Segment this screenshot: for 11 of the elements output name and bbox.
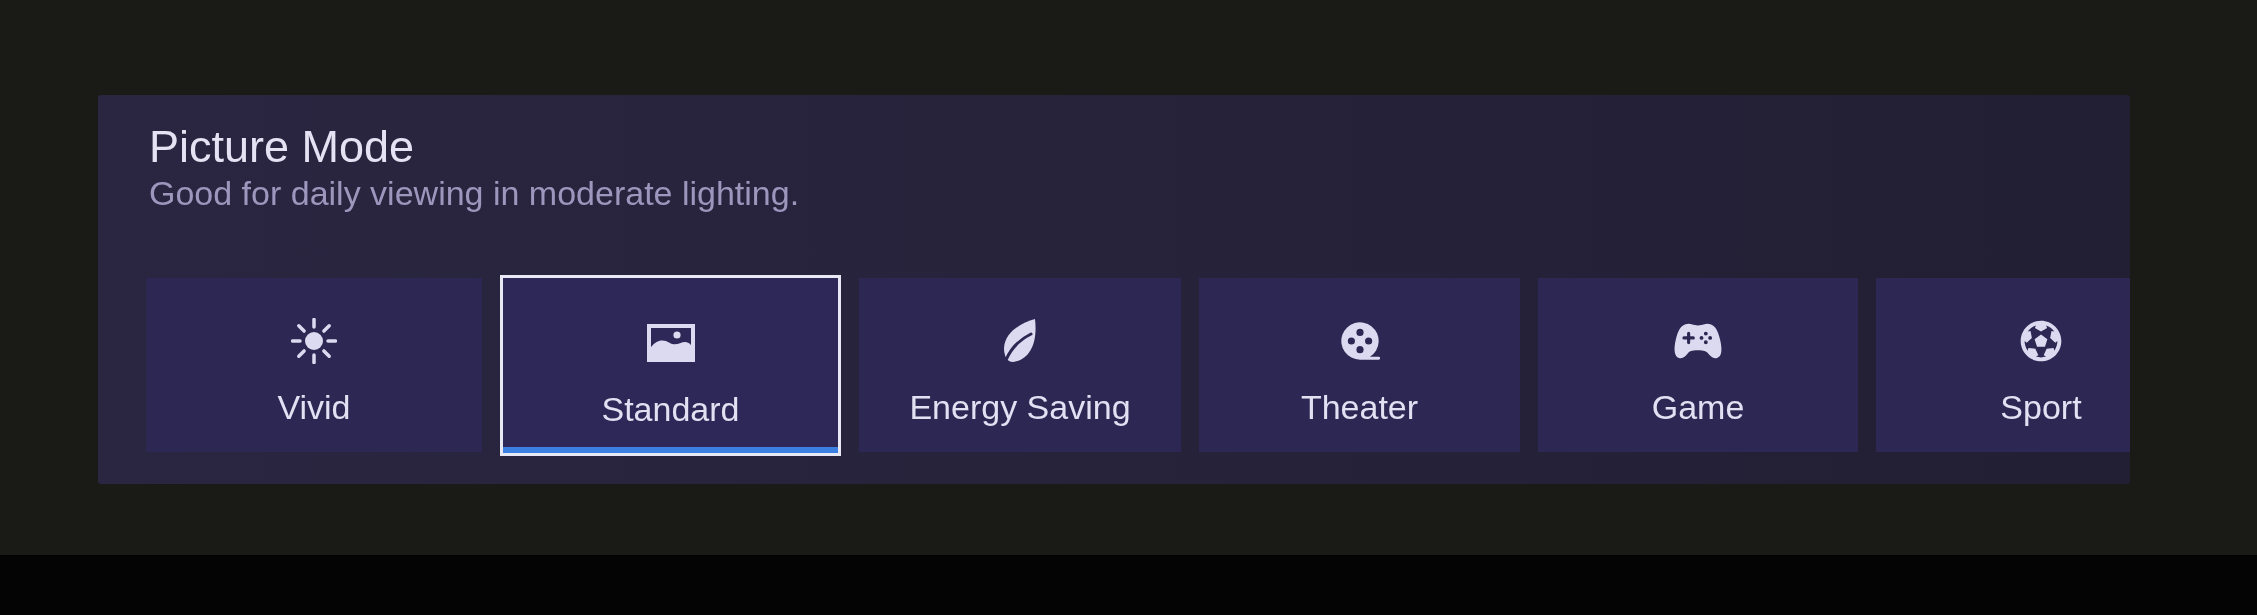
picture-mode-tile[interactable]: Theater xyxy=(1199,278,1520,452)
leaf-icon xyxy=(1003,319,1037,363)
picture-mode-tile[interactable]: Energy Saving xyxy=(859,278,1181,452)
panel-description: Good for daily viewing in moderate lighting. xyxy=(149,173,800,213)
panel-title: Picture Mode xyxy=(149,121,415,173)
sun-icon xyxy=(291,318,337,364)
picture-mode-tile[interactable]: Sport xyxy=(1876,278,2130,452)
image-icon xyxy=(646,323,695,362)
picture-mode-tile[interactable]: Standard xyxy=(500,274,841,456)
picture-mode-tile[interactable]: Game xyxy=(1538,278,1858,452)
picture-mode-tile[interactable]: Vivid xyxy=(146,278,482,452)
